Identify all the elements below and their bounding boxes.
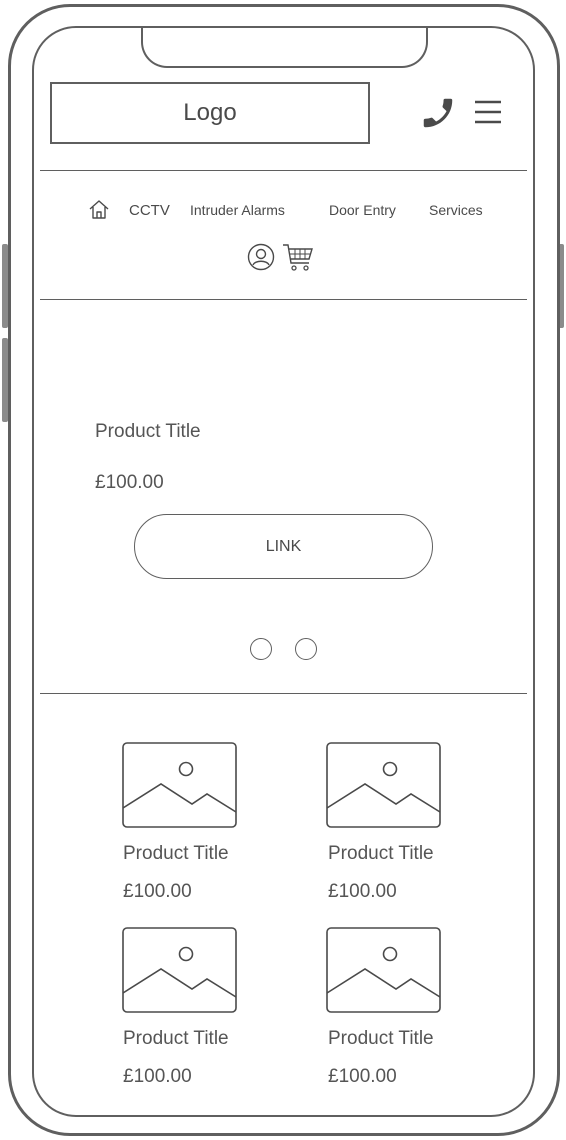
user-account-icon[interactable] [247, 243, 275, 271]
hero-product-title: Product Title [95, 421, 201, 442]
nav-item-intruder-alarms[interactable]: Intruder Alarms [190, 202, 285, 218]
logo[interactable]: Logo [50, 82, 370, 144]
product-card-price: £100.00 [123, 1066, 192, 1087]
product-card-title[interactable]: Product Title [328, 1028, 434, 1050]
nav-divider [40, 299, 527, 300]
phone-screen: Logo CCTV Intruder Alarms Door Entry Ser… [32, 26, 535, 1117]
shopping-cart-icon[interactable] [282, 242, 314, 274]
image-placeholder-icon[interactable] [326, 742, 441, 828]
hero-divider [40, 693, 527, 694]
product-card-price: £100.00 [328, 1066, 397, 1087]
image-placeholder-icon[interactable] [122, 742, 237, 828]
phone-icon[interactable] [418, 94, 458, 132]
hero-product-price: £100.00 [95, 472, 164, 493]
phone-notch [141, 28, 428, 68]
product-card-price: £100.00 [123, 881, 192, 902]
hero-link-label: LINK [265, 537, 302, 555]
product-card-title[interactable]: Product Title [123, 843, 229, 865]
nav-item-door-entry[interactable]: Door Entry [329, 202, 396, 218]
product-card-title[interactable]: Product Title [328, 843, 434, 865]
product-card-title[interactable]: Product Title [123, 1028, 229, 1050]
home-icon[interactable] [88, 198, 110, 220]
image-placeholder-icon[interactable] [122, 927, 237, 1013]
hamburger-menu-icon[interactable] [474, 100, 502, 124]
carousel-dot-2[interactable] [295, 638, 317, 660]
nav-item-services[interactable]: Services [429, 202, 483, 218]
image-placeholder-icon[interactable] [326, 927, 441, 1013]
product-card-price: £100.00 [328, 881, 397, 902]
hero-link-button[interactable]: LINK [134, 514, 433, 579]
logo-text: Logo [183, 99, 237, 126]
header-divider [40, 170, 527, 171]
nav-item-cctv[interactable]: CCTV [129, 202, 170, 219]
carousel-dot-1[interactable] [250, 638, 272, 660]
